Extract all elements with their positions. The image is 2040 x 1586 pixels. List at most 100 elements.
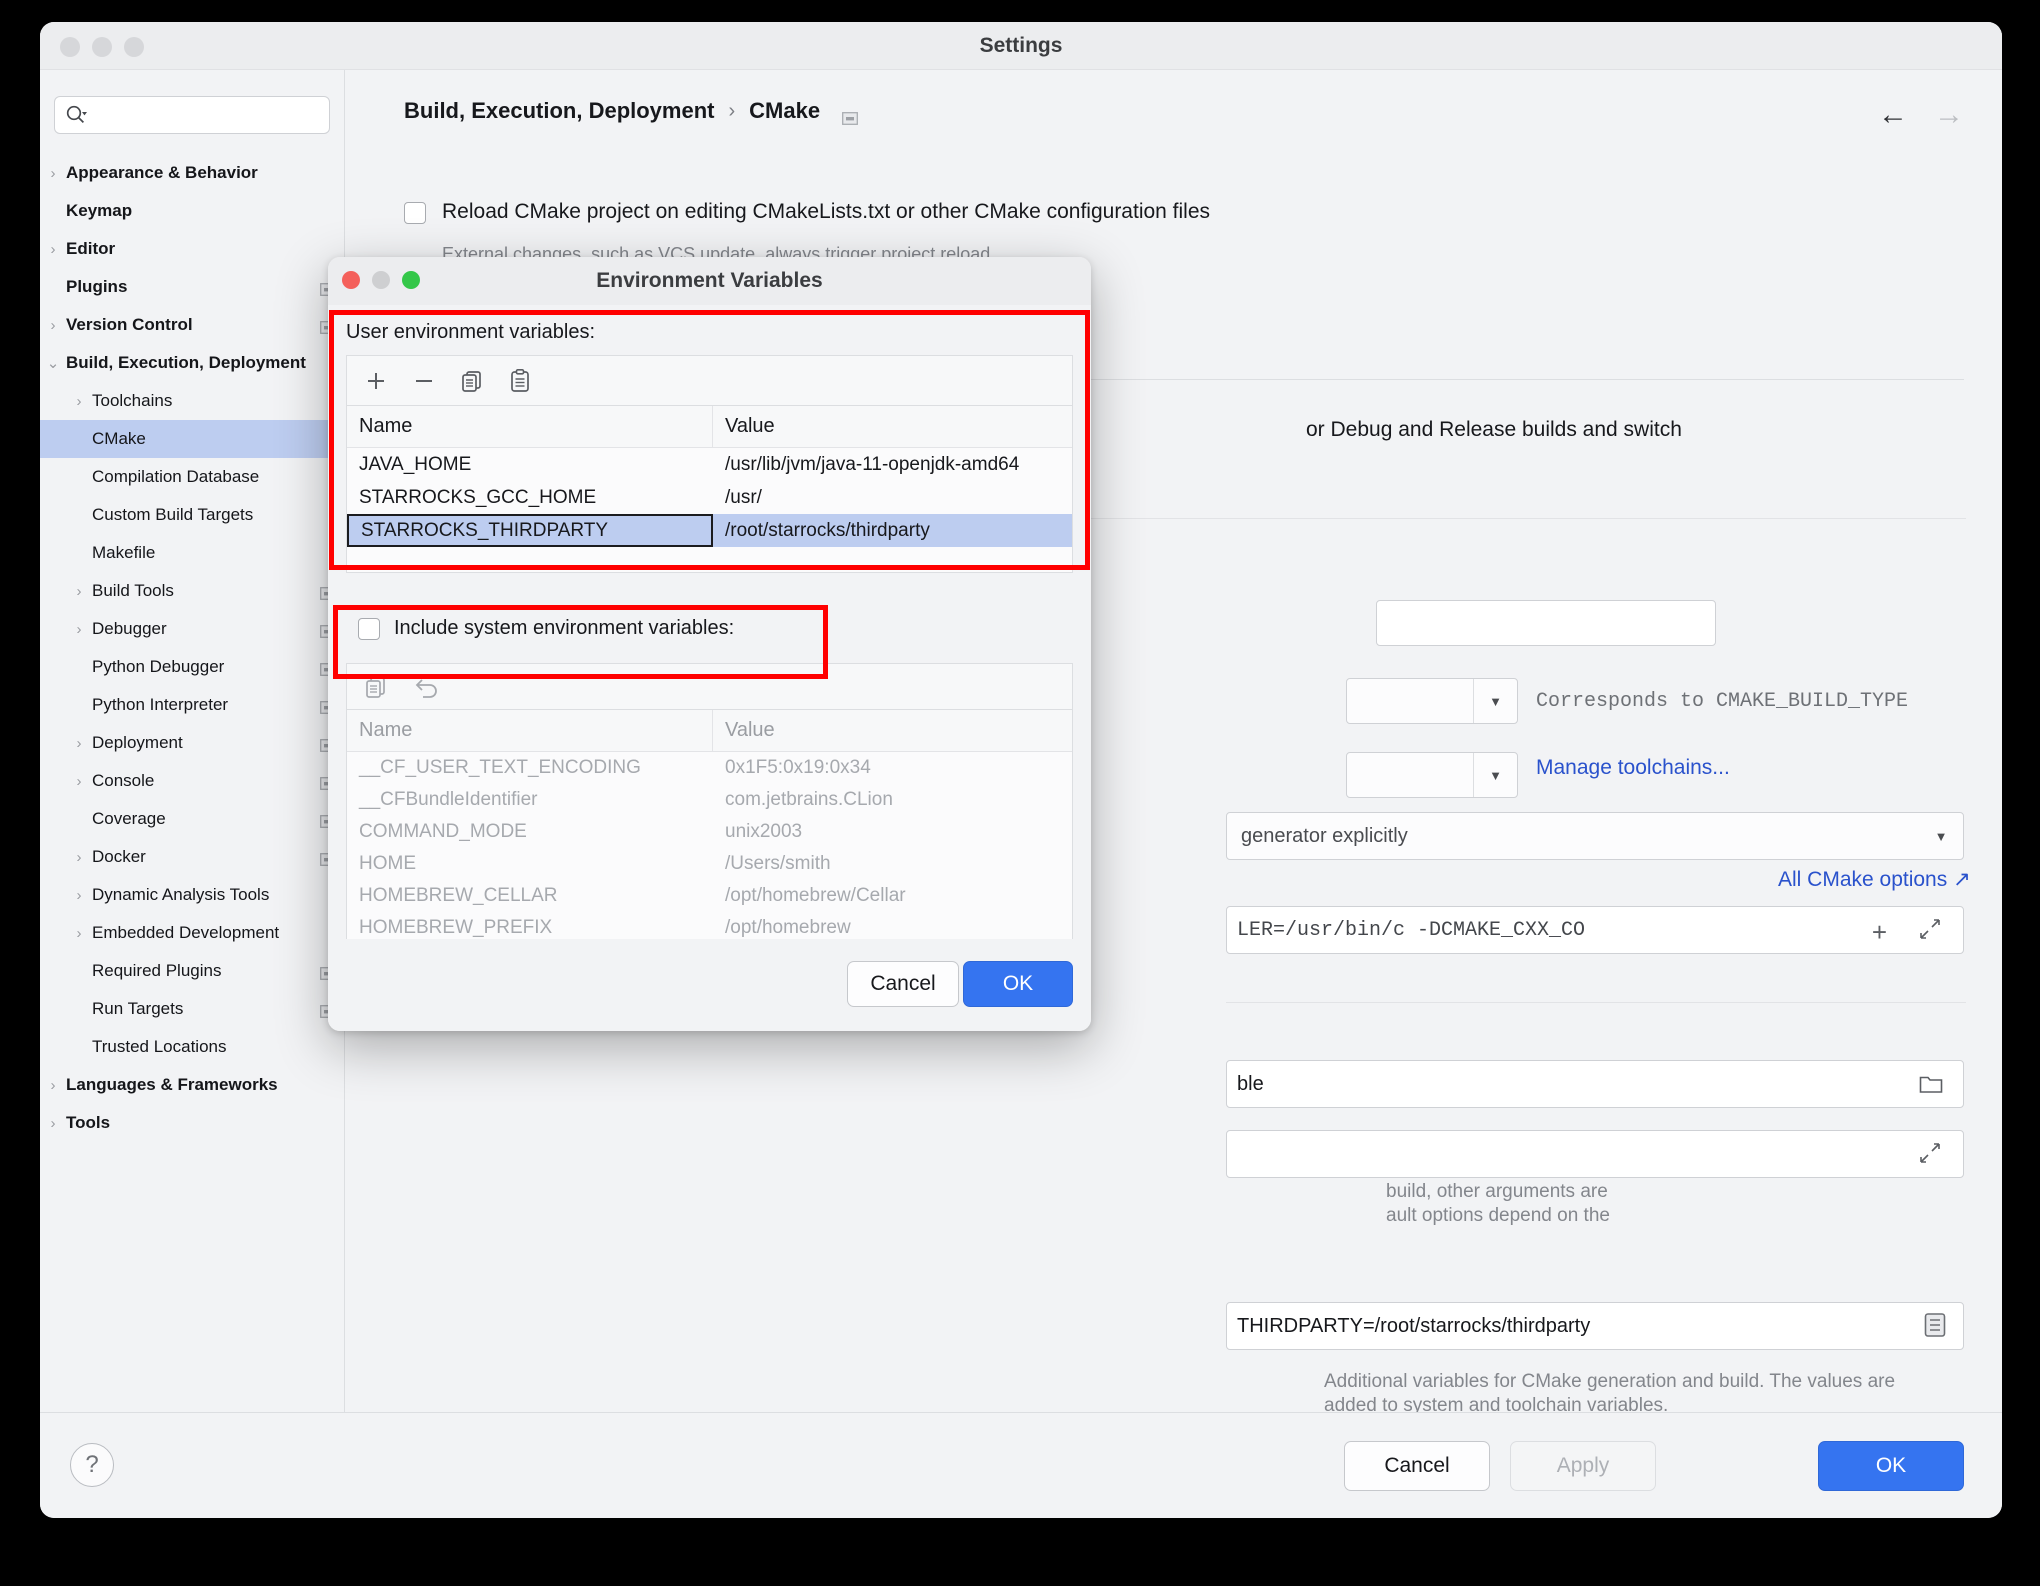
settings-search-box[interactable]: [54, 96, 330, 134]
search-input[interactable]: [93, 105, 319, 125]
navigation-arrows[interactable]: ← →: [1878, 100, 1964, 130]
toolchain-combo[interactable]: ▼: [1346, 752, 1518, 798]
build-type-combo[interactable]: ▼: [1346, 678, 1518, 724]
sidebar-item-tools[interactable]: › Tools: [40, 1104, 344, 1142]
environment-variables-field[interactable]: THIRDPARTY=/root/starrocks/thirdparty: [1226, 1302, 1964, 1350]
manage-toolchains-link[interactable]: Manage toolchains...: [1536, 756, 1730, 780]
variable-value-cell[interactable]: /opt/homebrew/Cellar: [713, 880, 1072, 912]
chevron-down-icon[interactable]: ▼: [1473, 753, 1517, 797]
revert-icon[interactable]: [413, 674, 439, 700]
table-row[interactable]: HOMEBREW_CELLAR/opt/homebrew/Cellar: [347, 880, 1072, 912]
expand-macro-icon[interactable]: +: [1872, 917, 1887, 948]
sidebar-item-dynamic-analysis-tools[interactable]: › Dynamic Analysis Tools: [40, 876, 344, 914]
sidebar-item-compilation-database[interactable]: Compilation Database: [40, 458, 344, 496]
variable-value-cell[interactable]: 0x1F5:0x19:0x34: [713, 752, 1072, 784]
variable-name-cell[interactable]: __CFBundleIdentifier: [347, 784, 713, 816]
build-options-field[interactable]: [1226, 1130, 1964, 1178]
sidebar-item-run-targets[interactable]: Run Targets: [40, 990, 344, 1028]
cmake-options-field[interactable]: LER=/usr/bin/c -DCMAKE_CXX_CO +: [1226, 906, 1964, 954]
help-button[interactable]: ?: [70, 1443, 114, 1487]
sidebar-item-build-execution-deployment[interactable]: ⌄ Build, Execution, Deployment: [40, 344, 344, 382]
user-table-col-value[interactable]: Value: [713, 406, 1072, 447]
chevron-right-icon[interactable]: ›: [66, 925, 92, 942]
breadcrumb-root[interactable]: Build, Execution, Deployment: [404, 98, 714, 124]
table-row[interactable]: STARROCKS_GCC_HOME/usr/: [347, 481, 1072, 514]
sidebar-item-makefile[interactable]: Makefile: [40, 534, 344, 572]
sidebar-item-debugger[interactable]: › Debugger: [40, 610, 344, 648]
add-icon[interactable]: [363, 368, 389, 394]
sidebar-item-trusted-locations[interactable]: Trusted Locations: [40, 1028, 344, 1066]
user-environment-variables-table[interactable]: Name Value JAVA_HOME/usr/lib/jvm/java-11…: [346, 405, 1073, 573]
include-system-checkbox[interactable]: [358, 617, 380, 640]
chevron-right-icon[interactable]: ›: [40, 1115, 66, 1132]
sidebar-item-embedded-development[interactable]: › Embedded Development: [40, 914, 344, 952]
variable-name-cell[interactable]: COMMAND_MODE: [347, 816, 713, 848]
sidebar-item-toolchains[interactable]: › Toolchains: [40, 382, 344, 420]
expand-field-icon[interactable]: [1919, 918, 1941, 946]
chevron-right-icon[interactable]: ›: [66, 735, 92, 752]
sidebar-item-console[interactable]: › Console: [40, 762, 344, 800]
nav-forward-arrow-icon[interactable]: →: [1934, 100, 1964, 130]
nav-back-arrow-icon[interactable]: ←: [1878, 100, 1908, 130]
chevron-right-icon[interactable]: ›: [66, 773, 92, 790]
paste-icon[interactable]: [507, 368, 533, 394]
table-row[interactable]: HOME/Users/smith: [347, 848, 1072, 880]
edit-environment-variables-icon[interactable]: [1923, 1312, 1947, 1344]
sidebar-item-coverage[interactable]: Coverage: [40, 800, 344, 838]
ok-button[interactable]: OK: [1818, 1441, 1964, 1491]
folder-icon[interactable]: [1919, 1072, 1943, 1100]
variable-name-cell[interactable]: HOMEBREW_CELLAR: [347, 880, 713, 912]
table-row[interactable]: COMMAND_MODE unix2003: [347, 816, 1072, 848]
chevron-right-icon[interactable]: ›: [40, 165, 66, 182]
sidebar-item-custom-build-targets[interactable]: Custom Build Targets: [40, 496, 344, 534]
all-cmake-options-link[interactable]: All CMake options ↗: [1778, 867, 1971, 892]
variable-value-cell[interactable]: unix2003: [713, 816, 1072, 848]
table-row[interactable]: STARROCKS_THIRDPARTY/root/starrocks/thir…: [347, 514, 1072, 547]
variable-name-cell[interactable]: HOME: [347, 848, 713, 880]
sidebar-item-plugins[interactable]: Plugins: [40, 268, 344, 306]
expand-field-icon[interactable]: [1919, 1142, 1941, 1170]
chevron-right-icon[interactable]: ›: [66, 849, 92, 866]
sidebar-item-cmake[interactable]: CMake: [40, 420, 344, 458]
chevron-right-icon[interactable]: ›: [66, 621, 92, 638]
chevron-right-icon[interactable]: ›: [66, 887, 92, 904]
table-row[interactable]: __CFBundleIdentifier com.jetbrains.CLion: [347, 784, 1072, 816]
variable-value-cell[interactable]: /Users/smith: [713, 848, 1072, 880]
env-cancel-button[interactable]: Cancel: [847, 961, 959, 1007]
chevron-down-icon[interactable]: ▼: [1473, 679, 1517, 723]
variable-value-cell[interactable]: /root/starrocks/thirdparty: [713, 514, 1072, 547]
chevron-right-icon[interactable]: ›: [40, 317, 66, 334]
table-row[interactable]: __CF_USER_TEXT_ENCODING 0x1F5:0x19:0x34: [347, 752, 1072, 784]
profile-name-field[interactable]: [1376, 600, 1716, 646]
sidebar-item-keymap[interactable]: Keymap: [40, 192, 344, 230]
copy-icon[interactable]: [363, 674, 389, 700]
sidebar-item-python-debugger[interactable]: Python Debugger: [40, 648, 344, 686]
sidebar-item-build-tools[interactable]: › Build Tools: [40, 572, 344, 610]
sidebar-item-python-interpreter[interactable]: Python Interpreter: [40, 686, 344, 724]
cancel-button[interactable]: Cancel: [1344, 1441, 1490, 1491]
sidebar-item-docker[interactable]: › Docker: [40, 838, 344, 876]
reload-cmake-checkbox[interactable]: [404, 202, 426, 224]
system-table-col-name[interactable]: Name: [347, 710, 713, 751]
apply-button[interactable]: Apply: [1510, 1441, 1656, 1491]
chevron-right-icon[interactable]: ›: [40, 1077, 66, 1094]
user-table-col-name[interactable]: Name: [347, 406, 713, 447]
remove-icon[interactable]: [411, 368, 437, 394]
variable-name-cell[interactable]: STARROCKS_THIRDPARTY: [347, 514, 713, 547]
copy-icon[interactable]: [459, 368, 485, 394]
build-directory-field[interactable]: ble: [1226, 1060, 1964, 1108]
reload-cmake-option[interactable]: Reload CMake project on editing CMakeLis…: [404, 200, 1210, 224]
chevron-down-icon[interactable]: ▼: [1919, 813, 1963, 859]
include-system-environment-variables-option[interactable]: Include system environment variables:: [358, 617, 734, 640]
chevron-right-icon[interactable]: ›: [66, 393, 92, 410]
sidebar-item-deployment[interactable]: › Deployment: [40, 724, 344, 762]
system-table-col-value[interactable]: Value: [713, 710, 1072, 751]
variable-name-cell[interactable]: JAVA_HOME: [347, 448, 713, 481]
table-row[interactable]: JAVA_HOME/usr/lib/jvm/java-11-openjdk-am…: [347, 448, 1072, 481]
variable-value-cell[interactable]: com.jetbrains.CLion: [713, 784, 1072, 816]
sidebar-item-editor[interactable]: › Editor: [40, 230, 344, 268]
variable-value-cell[interactable]: /usr/lib/jvm/java-11-openjdk-amd64: [713, 448, 1072, 481]
env-ok-button[interactable]: OK: [963, 961, 1073, 1007]
sidebar-item-appearance-behavior[interactable]: › Appearance & Behavior: [40, 154, 344, 192]
generator-combo[interactable]: generator explicitly ▼: [1226, 812, 1964, 860]
